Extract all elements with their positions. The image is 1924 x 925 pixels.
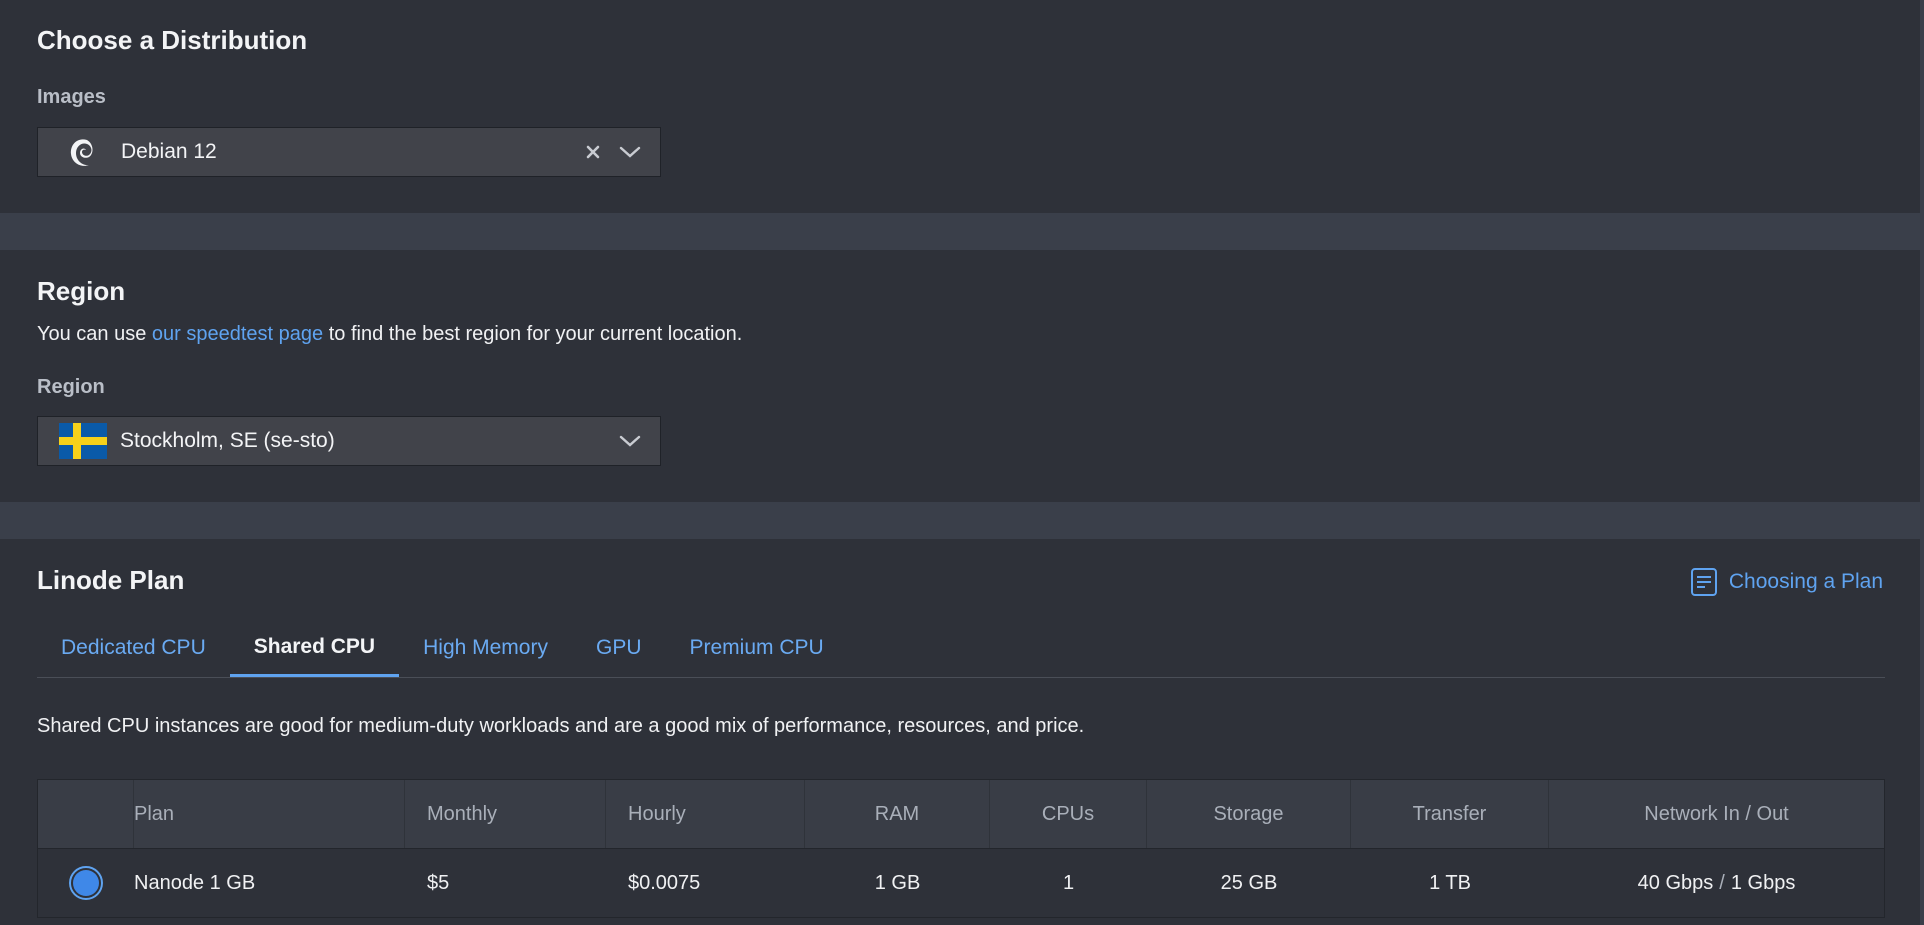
tab-dedicated-cpu[interactable]: Dedicated CPU (37, 619, 230, 677)
selected-region-value: Stockholm, SE (se-sto) (120, 429, 335, 452)
region-helper-text: You can use our speedtest page to find t… (37, 323, 742, 346)
chevron-down-icon[interactable] (612, 145, 648, 159)
helper-suffix: to find the best region for your current… (323, 323, 743, 345)
plan-description: Shared CPU instances are good for medium… (37, 715, 1085, 737)
selected-image-value: Debian 12 (121, 140, 217, 163)
choosing-a-plan-label: Choosing a Plan (1728, 570, 1883, 593)
tab-high-memory[interactable]: High Memory (399, 619, 572, 677)
distribution-panel: Choose a Distribution Images Debian 12 (0, 0, 1920, 213)
header-cpus[interactable]: CPUs (990, 780, 1147, 848)
network-out: 1 Gbps (1730, 871, 1796, 894)
tab-gpu[interactable]: GPU (572, 619, 666, 677)
cell-network: 40 Gbps / 1 Gbps (1549, 849, 1884, 917)
tab-premium-cpu[interactable]: Premium CPU (666, 619, 848, 677)
network-in: 40 Gbps (1637, 871, 1714, 894)
images-label: Images (37, 86, 106, 108)
document-icon (1690, 568, 1717, 596)
linode-create-page: Choose a Distribution Images Debian 12 R… (0, 0, 1924, 925)
radio-selected-dot (73, 870, 99, 896)
header-storage[interactable]: Storage (1147, 780, 1351, 848)
helper-prefix: You can use (37, 323, 152, 345)
table-header: Plan Monthly Hourly RAM CPUs Storage Tra… (38, 780, 1884, 849)
clear-icon[interactable] (578, 144, 608, 160)
plan-tabs: Dedicated CPU Shared CPU High Memory GPU… (37, 619, 1885, 678)
header-plan[interactable]: Plan (134, 780, 405, 848)
header-ram[interactable]: RAM (805, 780, 990, 848)
region-title: Region (37, 276, 126, 306)
header-select (38, 780, 134, 848)
header-hourly[interactable]: Hourly (606, 780, 805, 848)
distribution-title: Choose a Distribution (37, 25, 308, 55)
plan-radio-cell[interactable] (38, 849, 134, 917)
linode-plan-panel: Linode Plan Choosing a Plan Dedicated CP… (0, 539, 1920, 925)
debian-swirl-icon (58, 132, 108, 172)
cell-hourly: $0.0075 (628, 871, 701, 894)
plan-table: Plan Monthly Hourly RAM CPUs Storage Tra… (37, 779, 1885, 918)
region-panel: Region You can use our speedtest page to… (0, 250, 1920, 502)
image-select[interactable]: Debian 12 (37, 127, 661, 177)
header-monthly[interactable]: Monthly (405, 780, 606, 848)
choosing-a-plan-link[interactable]: Choosing a Plan (1690, 567, 1883, 597)
network-separator: / (1719, 871, 1725, 894)
header-network[interactable]: Network In / Out (1549, 780, 1884, 848)
cell-transfer: 1 TB (1429, 871, 1471, 894)
tab-shared-cpu[interactable]: Shared CPU (229, 619, 400, 677)
header-transfer[interactable]: Transfer (1351, 780, 1549, 848)
table-row[interactable]: Nanode 1 GB $5 $0.0075 1 GB 1 25 GB 1 TB… (38, 849, 1884, 917)
region-select[interactable]: Stockholm, SE (se-sto) (37, 416, 661, 466)
sweden-flag-icon (59, 421, 107, 461)
linode-plan-title: Linode Plan (37, 565, 185, 595)
cell-monthly: $5 (427, 871, 450, 894)
plan-radio[interactable] (69, 866, 103, 900)
cell-storage: 25 GB (1220, 871, 1278, 894)
cell-plan: Nanode 1 GB (134, 871, 256, 894)
cell-cpus: 1 (1062, 871, 1075, 894)
cell-ram: 1 GB (874, 871, 921, 894)
region-field-label: Region (37, 376, 105, 398)
chevron-down-icon[interactable] (612, 434, 648, 448)
speedtest-link[interactable]: our speedtest page (152, 323, 323, 345)
